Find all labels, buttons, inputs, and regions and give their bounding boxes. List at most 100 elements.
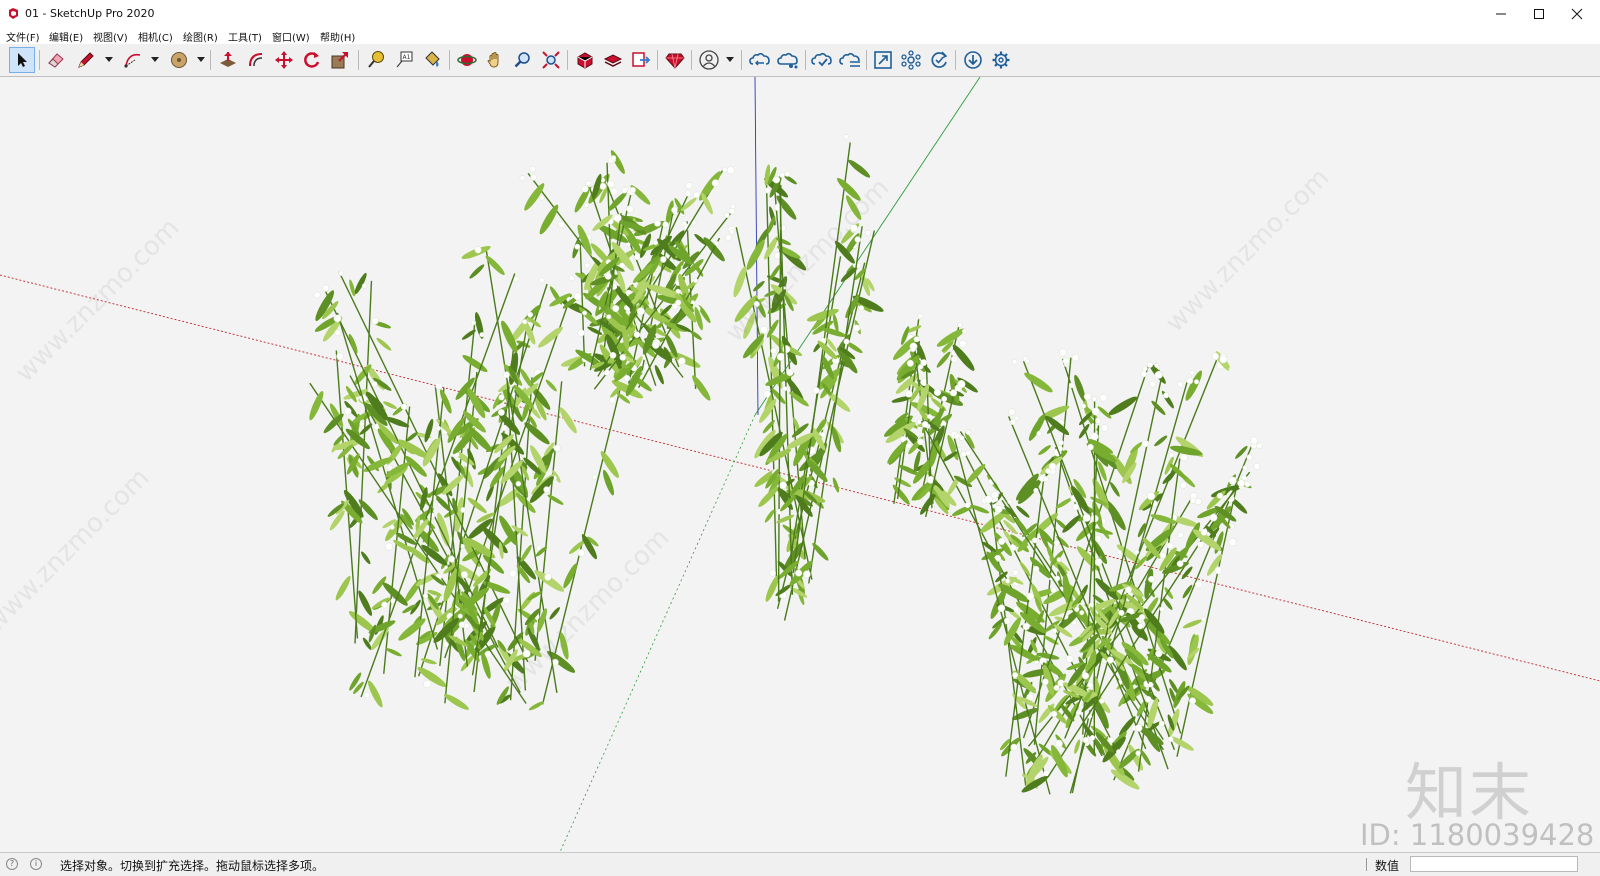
plant-flower [1195,498,1201,504]
download-button[interactable] [960,47,986,73]
refresh-button[interactable] [926,47,952,73]
plant-flower [693,192,700,199]
extension-warehouse-button[interactable] [600,47,626,73]
cloud-share-button[interactable] [775,47,801,73]
menu-edit[interactable]: 编辑(E) [49,29,83,44]
plant-flower [1229,477,1237,485]
menu-window[interactable]: 窗口(W) [272,29,310,44]
toolbar-separator [741,50,742,70]
push-pull-tool-button[interactable] [215,47,241,73]
plant-flower [1215,567,1222,574]
account-button[interactable] [696,47,722,73]
arc-dropdown-arrow[interactable] [151,57,159,62]
settings-button[interactable] [988,47,1014,73]
select-tool-button[interactable] [9,47,35,73]
zoom-tool-button[interactable] [510,47,536,73]
rotate-tool-button[interactable] [299,47,325,73]
plant-flower [1116,749,1121,754]
plant-flower [951,356,958,363]
plant-flower [1134,550,1139,555]
plant-flower [1042,679,1048,685]
plant-flower [1160,552,1166,558]
paint-bucket-tool-button[interactable] [419,47,445,73]
zoom-extents-tool-button[interactable] [538,47,564,73]
plant-flower [1212,353,1219,360]
plant-flower [844,339,850,345]
menu-draw[interactable]: 绘图(R) [183,29,218,44]
plant-flower [1054,540,1060,546]
model-viewport[interactable]: www.znzmo.com www.znzmo.com www.znzmo.co… [0,77,1600,852]
geo-location-icon[interactable]: ? [6,858,18,870]
plant-flower [730,229,735,234]
offset-tool-button[interactable] [243,47,269,73]
send-to-layout-button[interactable] [628,47,654,73]
cloud-check-button[interactable] [809,47,835,73]
measurements-input[interactable] [1410,856,1578,872]
plant-flower [803,571,810,578]
cloud-share-icon [777,50,799,70]
tape-measure-tool-button[interactable] [363,47,389,73]
plant-leaf [536,324,565,350]
menu-help[interactable]: 帮助(H) [320,29,355,44]
red-axis-line [0,275,1600,681]
eraser-tool-button[interactable] [43,47,69,73]
plant-flower [544,487,550,493]
status-bar: ? i 选择对象。切换到扩充选择。拖动鼠标选择多项。 数值 [0,852,1600,876]
line-tool-button[interactable] [73,47,99,73]
maximize-icon [1533,8,1545,20]
plant-leaf [375,336,392,352]
toolbar-separator [691,50,692,70]
plant-flower [626,242,630,246]
plant-flower [905,390,912,397]
plant-leaf [356,589,374,617]
info-icon[interactable]: i [30,858,42,870]
orbit-tool-button[interactable] [454,47,480,73]
plant-flower [773,176,780,183]
scale-tool-button[interactable] [327,47,353,73]
3d-warehouse-button[interactable] [572,47,598,73]
download-icon [963,50,983,70]
line-dropdown-arrow[interactable] [105,57,113,62]
menu-file[interactable]: 文件(F) [6,29,40,44]
plant-flower [1099,699,1104,704]
plant-flower [1254,463,1260,469]
plant-flower [1005,579,1010,584]
plant-flower [1095,558,1102,565]
plant-flower [1177,381,1183,387]
menu-camera[interactable]: 相机(C) [138,29,173,44]
close-button[interactable] [1554,0,1600,28]
plant-flower [585,263,590,268]
plant-flower [1073,504,1079,510]
network-button[interactable] [898,47,924,73]
expand-button[interactable] [870,47,896,73]
plant-flower [1063,358,1069,364]
plant-flower [372,318,379,325]
menu-view[interactable]: 视图(V) [93,29,128,44]
text-tool-button[interactable]: A1 [391,47,417,73]
shapes-dropdown-arrow[interactable] [197,57,205,62]
plant-flower [503,597,510,604]
move-tool-button[interactable] [271,47,297,73]
select-arrow-icon [13,51,31,69]
plant-flower [607,315,611,319]
plant-flower [605,273,611,279]
pan-tool-button[interactable] [482,47,508,73]
cloud-sync-button[interactable] [837,47,863,73]
plant-flower [813,387,819,393]
plant-flower [624,375,630,381]
shapes-tool-button[interactable] [166,47,192,73]
plant-leaf [580,533,600,561]
plant-leaf [362,455,393,474]
arc-icon [123,50,143,70]
menu-tools[interactable]: 工具(T) [228,29,262,44]
extension-manager-button[interactable] [662,47,688,73]
plant-flower [1117,550,1121,554]
offset-icon [246,50,266,70]
plant-flower [1014,416,1019,421]
trimble-connect-button[interactable] [747,47,773,73]
plant-flower [771,348,777,354]
arc-tool-button[interactable] [120,47,146,73]
account-dropdown-arrow[interactable] [726,57,734,62]
plant-flower [1095,418,1101,424]
plant-flower [787,369,794,376]
